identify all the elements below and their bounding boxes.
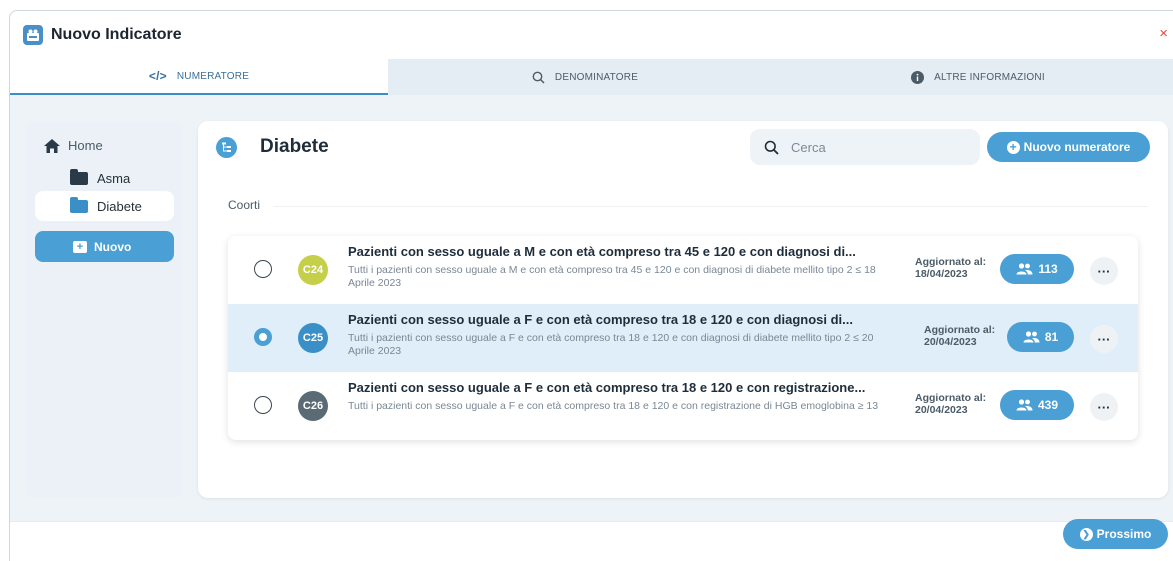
cohort-description: Tutti i pazienti con sesso uguale a M e … — [348, 264, 876, 289]
cohort-title: Pazienti con sesso uguale a F e con età … — [348, 380, 866, 395]
sidebar-item-label: Home — [68, 138, 103, 153]
sidebar-item-home[interactable]: Home — [44, 138, 103, 153]
updated-label: Aggiornato al: — [915, 256, 987, 268]
cohort-row[interactable]: C24 Pazienti con sesso uguale a M e con … — [228, 236, 1138, 304]
search-input[interactable] — [791, 139, 961, 155]
cohort-updated: Aggiornato al: 20/04/2023 — [924, 324, 995, 348]
window-title: Nuovo Indicatore — [51, 26, 182, 43]
users-icon — [1016, 263, 1033, 275]
cohort-title: Pazienti con sesso uguale a M e con età … — [348, 244, 856, 259]
more-options-button[interactable]: ··· — [1090, 257, 1118, 285]
users-icon — [1016, 399, 1033, 411]
code-icon: </> — [148, 69, 167, 83]
tab-denominatore[interactable]: DENOMINATORE — [388, 59, 782, 95]
tab-label: ALTRE INFORMAZIONI — [934, 71, 1045, 83]
home-icon — [44, 138, 60, 153]
close-icon[interactable]: × — [1159, 25, 1168, 42]
cohort-updated: Aggiornato al: 18/04/2023 — [915, 256, 986, 280]
sidebar: Home Asma Diabete + Nuovo — [26, 121, 183, 498]
dialog-window: Nuovo Indicatore × </> NUMERATORE DENOMI… — [9, 10, 1173, 561]
users-icon — [1023, 331, 1040, 343]
updated-label: Aggiornato al: — [924, 324, 996, 336]
plus-folder-icon: + — [73, 240, 87, 253]
updated-date: 20/04/2023 — [924, 336, 977, 348]
info-icon — [911, 70, 925, 84]
updated-date: 20/04/2023 — [915, 404, 968, 416]
section-label: Coorti — [228, 198, 261, 212]
tab-altre-informazioni[interactable]: ALTRE INFORMAZIONI — [782, 59, 1173, 95]
cohort-radio[interactable] — [254, 260, 272, 278]
cohort-row[interactable]: C26 Pazienti con sesso uguale a F e con … — [228, 372, 1138, 440]
cohort-radio[interactable] — [254, 328, 272, 346]
search-icon — [764, 140, 779, 155]
cohort-description: Tutti i pazienti con sesso uguale a F e … — [348, 332, 874, 357]
app-logo-icon — [23, 25, 43, 45]
more-options-button[interactable]: ··· — [1090, 325, 1118, 353]
page-title: Diabete — [260, 136, 329, 157]
search-icon — [532, 71, 545, 84]
sidebar-item-label: Diabete — [97, 198, 142, 214]
cohort-code-badge: C24 — [298, 255, 328, 285]
section-divider — [273, 206, 1148, 207]
updated-date: 18/04/2023 — [915, 268, 968, 280]
patient-count: 113 — [1038, 262, 1058, 276]
panel-header: Diabete + Nuovo numeratore — [198, 121, 1168, 175]
sidebar-item-diabete[interactable]: Diabete — [35, 191, 174, 221]
folder-icon — [70, 196, 88, 213]
sidebar-item-asma[interactable]: Asma — [70, 169, 131, 186]
updated-label: Aggiornato al: — [915, 392, 987, 404]
new-folder-button[interactable]: + Nuovo — [35, 231, 174, 262]
cohort-code-badge: C26 — [298, 391, 328, 421]
cohort-list: C24 Pazienti con sesso uguale a M e con … — [228, 236, 1138, 440]
cohort-updated: Aggiornato al: 20/04/2023 — [915, 392, 986, 416]
footer-divider — [10, 521, 1173, 522]
cohort-title: Pazienti con sesso uguale a F e con età … — [348, 312, 854, 327]
folder-icon — [70, 169, 88, 185]
cohort-row[interactable]: C25 Pazienti con sesso uguale a F e con … — [228, 304, 1138, 372]
patient-count-button[interactable]: 113 — [1000, 254, 1074, 284]
patient-count-button[interactable]: 81 — [1007, 322, 1074, 352]
content-area: Home Asma Diabete + Nuovo Diabete Cerca … — [10, 95, 1173, 521]
search-box — [750, 129, 980, 165]
title-bar: Nuovo Indicatore × — [10, 11, 1173, 59]
main-panel: Diabete + Nuovo numeratore Coorti C24 Pa… — [198, 121, 1168, 498]
next-label: Prossimo — [1096, 527, 1152, 541]
patient-count: 81 — [1044, 330, 1059, 344]
hierarchy-icon — [216, 137, 237, 158]
plus-circle-icon: + — [1006, 140, 1020, 154]
cohort-description: Tutti i pazienti con sesso uguale a F e … — [348, 400, 879, 412]
tab-label: DENOMINATORE — [554, 71, 639, 83]
patient-count-button[interactable]: 439 — [1000, 390, 1074, 420]
more-options-button[interactable]: ··· — [1090, 393, 1118, 421]
tab-bar: </> NUMERATORE DENOMINATORE ALTRE INFORM… — [10, 59, 1173, 95]
sidebar-item-label: Asma — [97, 171, 131, 186]
new-numerator-label: Nuovo numeratore — [1023, 140, 1131, 154]
new-numerator-button[interactable]: + Nuovo numeratore — [987, 132, 1150, 162]
cohort-radio[interactable] — [254, 396, 272, 414]
arrow-right-circle-icon: ❯ — [1079, 527, 1093, 541]
tab-label: NUMERATORE — [176, 70, 250, 82]
new-folder-label: Nuovo — [94, 239, 132, 254]
cohort-code-badge: C25 — [298, 323, 328, 353]
tab-numeratore[interactable]: </> NUMERATORE — [10, 59, 388, 95]
patient-count: 439 — [1037, 398, 1059, 412]
next-button[interactable]: ❯ Prossimo — [1063, 519, 1168, 549]
